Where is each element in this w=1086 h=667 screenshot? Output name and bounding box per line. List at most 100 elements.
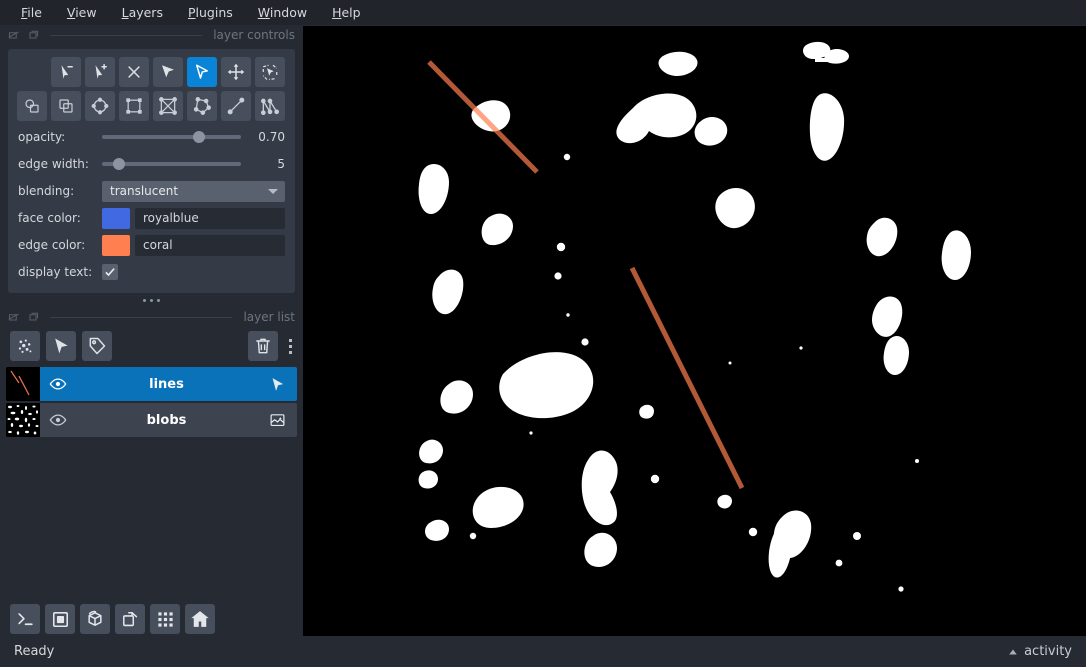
transpose-dims-button[interactable] bbox=[115, 604, 145, 634]
splitter-dot bbox=[143, 298, 146, 302]
layer-list: lines blobs bbox=[0, 367, 303, 437]
edge-width-value: 5 bbox=[277, 157, 285, 171]
edge-color-value: coral bbox=[143, 238, 173, 252]
opacity-label: opacity: bbox=[18, 130, 66, 144]
face-color-swatch[interactable] bbox=[102, 207, 130, 229]
float-dock-icon[interactable] bbox=[8, 29, 20, 41]
menu-file[interactable]: File bbox=[10, 2, 53, 23]
float-dock-icon[interactable] bbox=[8, 311, 20, 323]
delete-shape-tool[interactable] bbox=[119, 57, 149, 87]
layer-type-icon-shapes bbox=[257, 376, 297, 393]
select-vertex-insert-tool[interactable] bbox=[85, 57, 115, 87]
status-message: Ready bbox=[14, 644, 55, 659]
layer-list-title-label: layer list bbox=[243, 310, 295, 324]
delete-layer-button[interactable] bbox=[248, 331, 278, 361]
left-dock-area: layer controls opacity: 0.70 edge width:… bbox=[0, 25, 303, 641]
close-dock-icon[interactable] bbox=[27, 29, 39, 41]
edge-width-row: edge width: 5 bbox=[18, 153, 285, 175]
close-dock-icon[interactable] bbox=[27, 311, 39, 323]
layer-name-lines[interactable]: lines bbox=[76, 377, 257, 392]
add-path-tool[interactable] bbox=[255, 91, 285, 121]
blending-select[interactable]: translucent bbox=[102, 180, 285, 202]
menu-dot bbox=[289, 350, 292, 354]
menu-plugins[interactable]: Plugins bbox=[177, 2, 244, 23]
face-color-row: face color: royalblue bbox=[18, 207, 285, 229]
new-points-layer-button[interactable] bbox=[10, 331, 40, 361]
layer-controls-title-label: layer controls bbox=[213, 28, 295, 42]
display-text-label: display text: bbox=[18, 265, 93, 279]
edge-color-row: edge color: coral bbox=[18, 234, 285, 256]
face-color-value: royalblue bbox=[143, 211, 199, 225]
reset-view-button[interactable] bbox=[185, 604, 215, 634]
check-icon bbox=[105, 268, 115, 277]
shapes-tool-row-2 bbox=[17, 91, 285, 121]
layer-name-blobs[interactable]: blobs bbox=[76, 413, 257, 428]
opacity-slider-track bbox=[102, 135, 241, 139]
roll-dims-button[interactable] bbox=[80, 604, 110, 634]
layer-list-menu-button[interactable] bbox=[284, 338, 297, 354]
lines-thumbnail bbox=[6, 367, 40, 401]
opacity-row: opacity: 0.70 bbox=[18, 126, 285, 148]
direct-select-tool[interactable] bbox=[153, 57, 183, 87]
add-rectangle-tool[interactable] bbox=[119, 91, 149, 121]
dock-title-rule bbox=[50, 34, 203, 36]
layer-type-icon-image bbox=[257, 412, 297, 429]
face-color-label: face color: bbox=[18, 211, 81, 225]
display-text-row: display text: bbox=[18, 261, 285, 283]
transform-tool[interactable] bbox=[255, 57, 285, 87]
grid-view-button[interactable] bbox=[150, 604, 180, 634]
display-text-checkbox[interactable] bbox=[102, 264, 118, 280]
canvas-content bbox=[303, 26, 1086, 636]
edge-color-input[interactable]: coral bbox=[135, 234, 285, 256]
viewer-canvas[interactable] bbox=[303, 26, 1086, 636]
shapes-tool-buttons bbox=[17, 57, 285, 121]
status-bar: Ready activity bbox=[0, 636, 1086, 667]
new-shapes-layer-button[interactable] bbox=[46, 331, 76, 361]
layer-controls-dock-title: layer controls bbox=[0, 25, 303, 45]
console-button[interactable] bbox=[10, 604, 40, 634]
activity-button[interactable]: activity bbox=[1008, 644, 1072, 659]
edge-width-label: edge width: bbox=[18, 157, 89, 171]
opacity-value: 0.70 bbox=[258, 130, 285, 144]
opacity-slider-handle[interactable] bbox=[193, 131, 206, 143]
select-shapes-tool[interactable] bbox=[187, 57, 217, 87]
shapes-tool-row-1 bbox=[51, 57, 285, 87]
menu-dot bbox=[289, 338, 292, 342]
face-color-input[interactable]: royalblue bbox=[135, 207, 285, 229]
layer-list-toolbar bbox=[0, 327, 303, 367]
menu-layers[interactable]: Layers bbox=[111, 2, 174, 23]
add-line-tool[interactable] bbox=[221, 91, 251, 121]
menu-dot bbox=[289, 344, 292, 348]
layer-list-dock-title: layer list bbox=[0, 307, 303, 327]
edge-color-swatch[interactable] bbox=[102, 234, 130, 256]
splitter-dot bbox=[150, 298, 153, 302]
dock-splitter-handle[interactable] bbox=[0, 293, 303, 307]
chevron-down-icon bbox=[268, 189, 278, 194]
menu-window[interactable]: Window bbox=[247, 2, 318, 23]
chevron-up-icon bbox=[1009, 649, 1017, 654]
menu-view[interactable]: View bbox=[56, 2, 108, 23]
move-front-tool[interactable] bbox=[51, 91, 81, 121]
opacity-slider[interactable] bbox=[102, 127, 241, 147]
activity-label: activity bbox=[1024, 644, 1072, 659]
move-back-tool[interactable] bbox=[17, 91, 47, 121]
add-ellipse-tool[interactable] bbox=[85, 91, 115, 121]
new-labels-layer-button[interactable] bbox=[82, 331, 112, 361]
pan-zoom-tool[interactable] bbox=[221, 57, 251, 87]
edge-color-label: edge color: bbox=[18, 238, 86, 252]
add-polygon-lasso-tool[interactable] bbox=[187, 91, 217, 121]
blobs-thumbnail bbox=[6, 403, 40, 437]
viewer-buttons-bar bbox=[0, 597, 303, 641]
ndisplay-toggle-button[interactable] bbox=[45, 604, 75, 634]
layer-row-blobs[interactable]: blobs bbox=[6, 403, 297, 437]
blending-value: translucent bbox=[110, 184, 179, 198]
select-vertex-remove-tool[interactable] bbox=[51, 57, 81, 87]
add-polygon-tool[interactable] bbox=[153, 91, 183, 121]
layer-row-lines[interactable]: lines bbox=[6, 367, 297, 401]
dock-title-rule bbox=[50, 316, 233, 318]
layer-visibility-toggle-lines[interactable] bbox=[40, 375, 76, 393]
menu-help[interactable]: Help bbox=[321, 2, 372, 23]
edge-width-slider-handle[interactable] bbox=[112, 158, 125, 170]
edge-width-slider[interactable] bbox=[102, 154, 241, 174]
layer-visibility-toggle-blobs[interactable] bbox=[40, 411, 76, 429]
